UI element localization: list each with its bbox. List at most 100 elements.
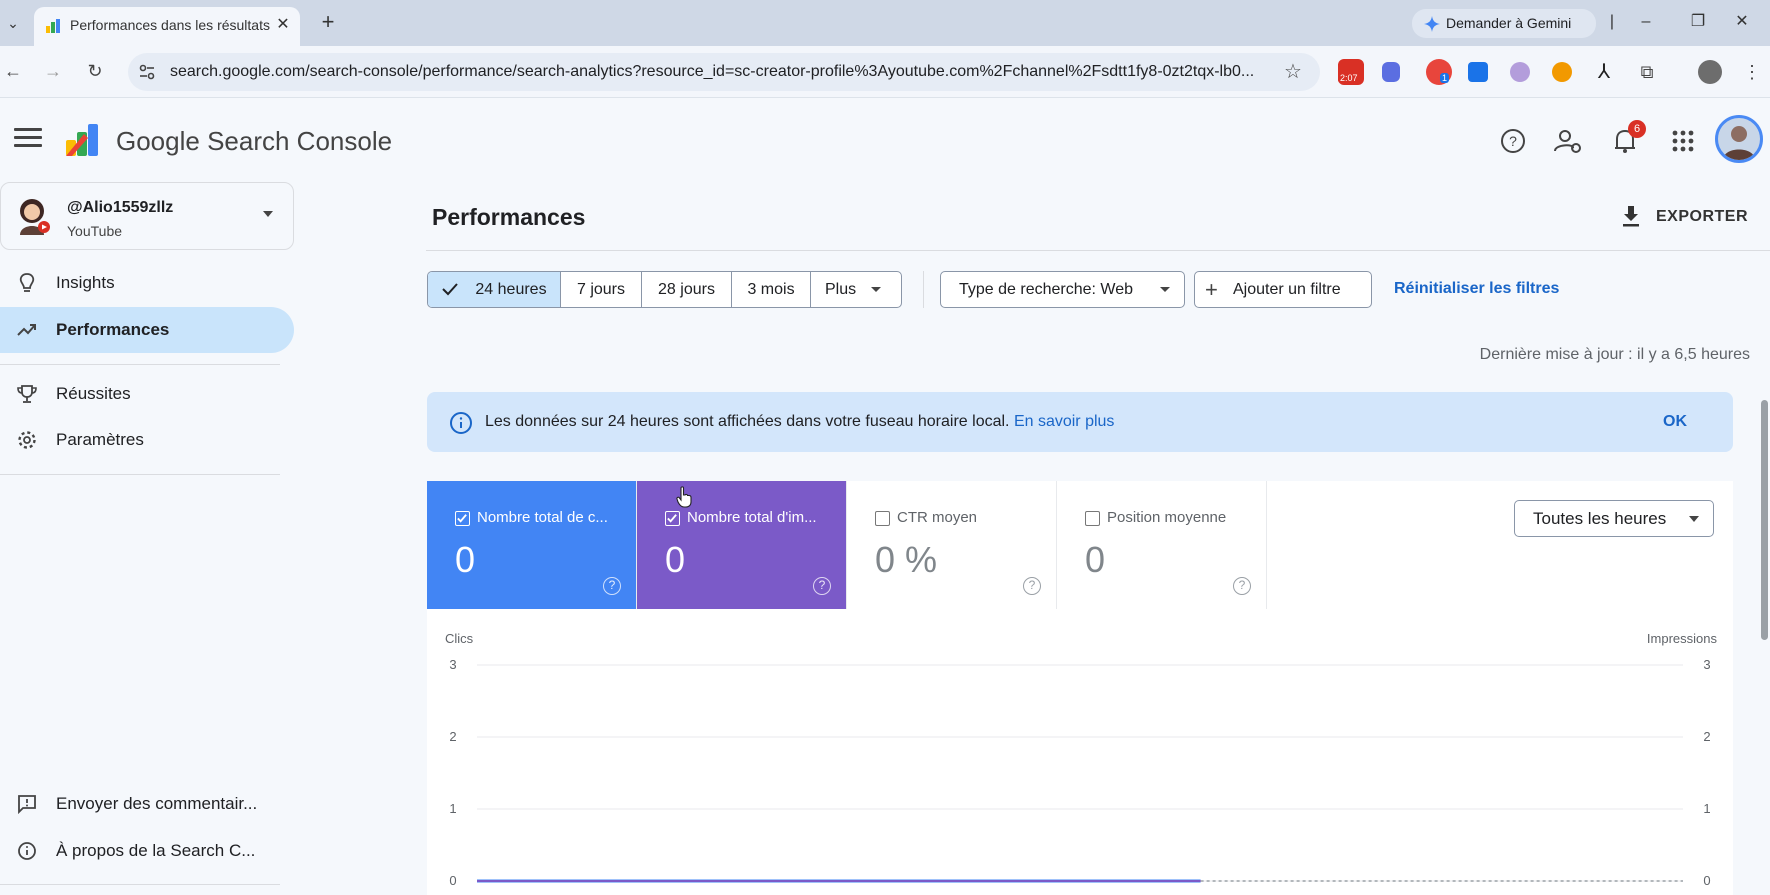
metric-checkbox-unchecked[interactable] [1085, 511, 1100, 526]
range-label: Plus [825, 281, 857, 298]
metric-checkbox-checked[interactable] [455, 511, 470, 526]
reset-filters-link[interactable]: Réinitialiser les filtres [1394, 280, 1559, 298]
metric-checkbox-checked[interactable] [665, 511, 680, 526]
notifications-bell-icon[interactable]: 6 [1608, 120, 1646, 158]
sidebar-item-label: Insights [56, 273, 115, 292]
metric-card-clicks[interactable]: Nombre total de c... 0 ? [427, 481, 637, 609]
sidebar-item-about[interactable]: À propos de la Search C... [0, 828, 294, 874]
property-type: YouTube [67, 223, 123, 239]
extension-timer-icon[interactable]: 2:07 [1338, 59, 1364, 85]
add-filter-button[interactable]: + Ajouter un filtre [1194, 271, 1372, 308]
svg-text:?: ? [1509, 133, 1517, 149]
help-icon[interactable]: ? [1023, 577, 1041, 595]
dropdown-caret-icon [1160, 287, 1170, 292]
banner-ok-button[interactable]: OK [1663, 413, 1687, 431]
hours-select[interactable]: Toutes les heures [1514, 500, 1714, 537]
y-tick-left: 2 [449, 729, 456, 744]
user-settings-icon[interactable] [1551, 124, 1585, 158]
export-label: EXPORTER [1656, 208, 1749, 225]
browser-toolbar: ← → ↻ search.google.com/search-console/p… [0, 46, 1770, 98]
performance-chart: Clics Impressions 3 3 2 2 1 1 0 0 [427, 609, 1733, 895]
metric-card-position[interactable]: Position moyenne 0 ? [1057, 481, 1267, 609]
sidebar-item-label: Paramètres [56, 430, 144, 449]
info-banner: Les données sur 24 heures sont affichées… [427, 392, 1733, 452]
page-scrollbar[interactable] [1761, 400, 1768, 640]
dropdown-caret-icon [1689, 516, 1699, 522]
reload-icon[interactable]: ↻ [82, 58, 108, 84]
browser-tab-bar: ⌄ Performances dans les résultats ✕ + De… [0, 0, 1770, 46]
extension-lock-icon[interactable] [1510, 62, 1530, 82]
last-update-text: Dernière mise à jour : il y a 6,5 heures [1479, 346, 1750, 363]
new-tab-icon[interactable]: + [316, 10, 340, 34]
search-console-favicon-icon [46, 19, 60, 33]
sidebar-item-parametres[interactable]: Paramètres [0, 417, 294, 463]
search-type-label: Type de recherche: Web [959, 281, 1134, 298]
header-divider [426, 250, 1770, 251]
sidebar-divider [0, 474, 280, 475]
tab-close-icon[interactable]: ✕ [272, 14, 294, 36]
property-avatar [20, 199, 50, 235]
minimize-icon[interactable]: – [1632, 8, 1660, 36]
extensions-puzzle-icon[interactable]: ⧉ [1636, 61, 1658, 83]
extension-circle-icon[interactable] [1552, 62, 1572, 82]
help-icon[interactable]: ? [1496, 124, 1530, 158]
range-label: 7 jours [576, 281, 626, 298]
range-label: 28 jours [658, 281, 715, 298]
range-28d-button[interactable]: 28 jours [642, 272, 732, 307]
hours-select-label: Toutes les heures [1533, 509, 1667, 528]
help-icon[interactable]: ? [813, 577, 831, 595]
back-icon[interactable]: ← [0, 58, 26, 84]
metric-card-ctr[interactable]: CTR moyen 0 % ? [847, 481, 1057, 609]
ask-gemini-button[interactable]: Demander à Gemini [1412, 9, 1596, 38]
search-type-filter[interactable]: Type de recherche: Web [940, 271, 1185, 308]
extension-figure-icon[interactable]: ⅄ [1594, 61, 1614, 83]
extension-shield-icon[interactable]: 1 [1426, 59, 1452, 85]
help-icon[interactable]: ? [603, 577, 621, 595]
account-avatar[interactable] [1715, 115, 1763, 163]
address-bar[interactable]: search.google.com/search-console/perform… [128, 53, 1320, 91]
tab-search-chevron-icon[interactable]: ⌄ [2, 12, 24, 34]
range-24h-button[interactable]: 24 heures [428, 272, 561, 307]
property-selector[interactable]: @Alio1559zllz YouTube [0, 182, 294, 250]
metric-card-impressions[interactable]: Nombre total d'im... 0 ? [637, 481, 847, 609]
browser-menu-icon[interactable]: ⋮ [1742, 60, 1762, 84]
sidebar-item-feedback[interactable]: Envoyer des commentair... [0, 781, 294, 827]
sidebar-item-reussites[interactable]: Réussites [0, 371, 294, 417]
learn-more-link[interactable]: En savoir plus [1014, 413, 1115, 430]
metric-checkbox-unchecked[interactable] [875, 511, 890, 526]
apps-grid-icon[interactable] [1666, 124, 1700, 158]
restore-icon[interactable]: ❐ [1684, 8, 1712, 36]
chart-svg: Clics Impressions 3 3 2 2 1 1 0 0 [445, 631, 1718, 888]
forward-icon[interactable]: → [40, 58, 66, 84]
download-icon [1623, 206, 1639, 227]
y-axis-left-label: Clics [445, 631, 474, 646]
metric-label: Nombre total de c... [477, 509, 608, 526]
y-axis-right-label: Impressions [1647, 631, 1718, 646]
date-range-selector: 24 heures 7 jours 28 jours 3 mois Plus [427, 271, 902, 308]
range-more-button[interactable]: Plus [811, 272, 901, 307]
close-window-icon[interactable]: ✕ [1728, 8, 1756, 36]
extension-d-icon[interactable] [1382, 62, 1400, 82]
hamburger-menu-icon[interactable] [14, 128, 42, 150]
plus-icon: + [1205, 277, 1218, 302]
bookmark-star-icon[interactable]: ☆ [1282, 61, 1304, 83]
page-title: Performances [432, 204, 586, 230]
property-dropdown-caret-icon [263, 211, 273, 217]
y-tick-left: 3 [449, 657, 456, 672]
sidebar-item-insights[interactable]: Insights [0, 260, 294, 306]
help-icon[interactable]: ? [1233, 577, 1251, 595]
range-3m-button[interactable]: 3 mois [732, 272, 811, 307]
range-7d-button[interactable]: 7 jours [561, 272, 642, 307]
sidebar-item-performances[interactable]: Performances [0, 307, 294, 353]
export-button[interactable]: EXPORTER [1620, 202, 1748, 234]
y-tick-right: 3 [1703, 657, 1710, 672]
metric-label: Position moyenne [1107, 509, 1227, 526]
browser-tab[interactable]: Performances dans les résultats ✕ [34, 7, 300, 46]
site-info-icon[interactable] [138, 63, 156, 81]
extension-tag-icon[interactable] [1468, 62, 1488, 82]
sidebar-divider [0, 884, 280, 885]
info-icon [18, 842, 36, 860]
sidebar-divider [0, 364, 280, 365]
profile-avatar-icon[interactable] [1698, 60, 1722, 84]
gemini-icon [1424, 16, 1440, 32]
